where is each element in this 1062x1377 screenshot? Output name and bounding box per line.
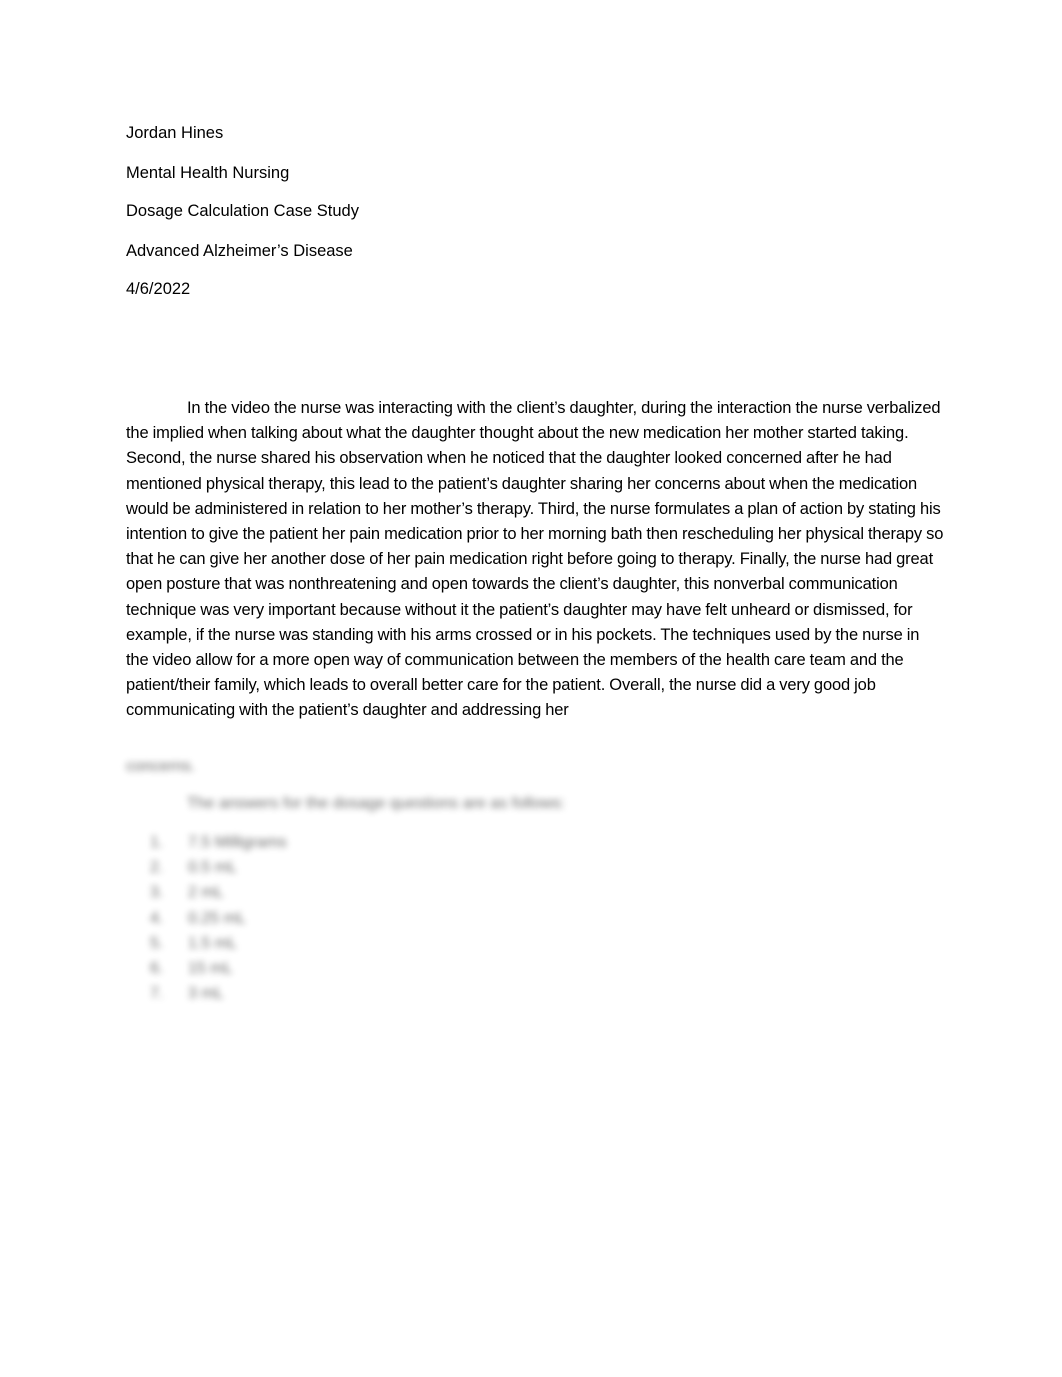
blurred-answers-intro: The answers for the dosage questions are… [187, 795, 565, 812]
topic-title: Advanced Alzheimer’s Disease [126, 242, 353, 260]
answer-number: 6. [150, 959, 164, 977]
answer-number: 7. [150, 985, 164, 1003]
assignment-title: Dosage Calculation Case Study [126, 202, 359, 220]
answer-text: 15 mL [188, 959, 233, 977]
answer-text: 3 mL [188, 985, 224, 1003]
answer-item: 4. 0.25 mL [150, 909, 287, 934]
document-page: Jordan Hines Mental Health Nursing Dosag… [0, 0, 1062, 1377]
answer-text: 2 mL [188, 884, 224, 902]
answer-number: 5. [150, 934, 164, 952]
course-name: Mental Health Nursing [126, 164, 290, 182]
answer-number: 3. [150, 884, 164, 902]
answer-text: 0.25 mL [188, 909, 246, 927]
body-paragraph-text: In the video the nurse was interacting w… [126, 399, 944, 720]
author-name: Jordan Hines [126, 124, 224, 142]
answer-item: 2. 0.5 mL [150, 858, 287, 883]
body-paragraph: In the video the nurse was interacting w… [126, 396, 944, 724]
blurred-paragraph-end: concerns. [126, 758, 196, 775]
answer-text: 1.5 mL [188, 934, 237, 952]
answer-item: 6. 15 mL [150, 959, 287, 984]
answer-text: 7.5 Milligrams [188, 834, 287, 851]
answer-number: 2. [150, 859, 164, 877]
answer-item: 3. 2 mL [150, 883, 287, 908]
answer-item: 5. 1.5 mL [150, 934, 287, 959]
answer-item: 7. 3 mL [150, 984, 287, 1009]
answer-item: 1. 7.5 Milligrams [150, 833, 287, 858]
answer-text: 0.5 mL [188, 859, 237, 877]
document-date: 4/6/2022 [126, 280, 191, 298]
answer-number: 1. [150, 834, 164, 851]
blurred-answers-list: 1. 7.5 Milligrams 2. 0.5 mL 3. 2 mL 4. 0.25 … [150, 833, 287, 1009]
answer-number: 4. [150, 909, 164, 927]
